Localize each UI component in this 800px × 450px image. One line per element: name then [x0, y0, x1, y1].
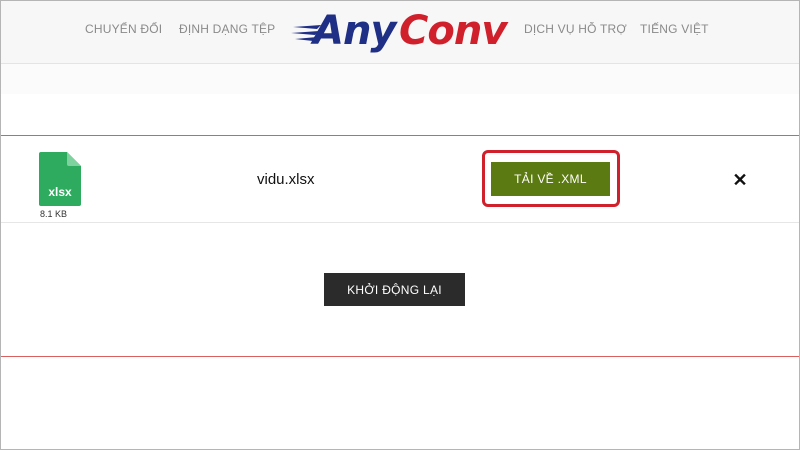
- file-type-label: xlsx: [48, 185, 72, 199]
- site-header: CHUYỂN ĐỔI ĐỊNH DẠNG TỆP Any Conv DỊCH V…: [1, 1, 799, 64]
- file-name: vidu.xlsx: [257, 171, 315, 188]
- logo-text-any: Any: [313, 8, 397, 54]
- nav-language[interactable]: TIẾNG VIỆT: [640, 22, 709, 36]
- spacer-band: [1, 64, 799, 94]
- file-size: 8.1 KB: [40, 209, 68, 219]
- nav-convert[interactable]: CHUYỂN ĐỔI: [85, 22, 162, 36]
- nav-support-services[interactable]: DỊCH VỤ HỖ TRỢ: [524, 22, 627, 36]
- close-icon[interactable]: ✕: [730, 170, 750, 190]
- logo-text-conv: Conv: [399, 8, 507, 54]
- anyconv-logo[interactable]: Any Conv: [291, 8, 507, 54]
- nav-file-formats[interactable]: ĐỊNH DẠNG TỆP: [179, 22, 275, 36]
- divider-top: [1, 135, 799, 136]
- divider-bottom: [1, 356, 799, 357]
- restart-button[interactable]: KHỞI ĐỘNG LẠI: [324, 273, 465, 306]
- download-button[interactable]: TẢI VỀ .XML: [491, 162, 610, 196]
- divider-row: [1, 222, 799, 223]
